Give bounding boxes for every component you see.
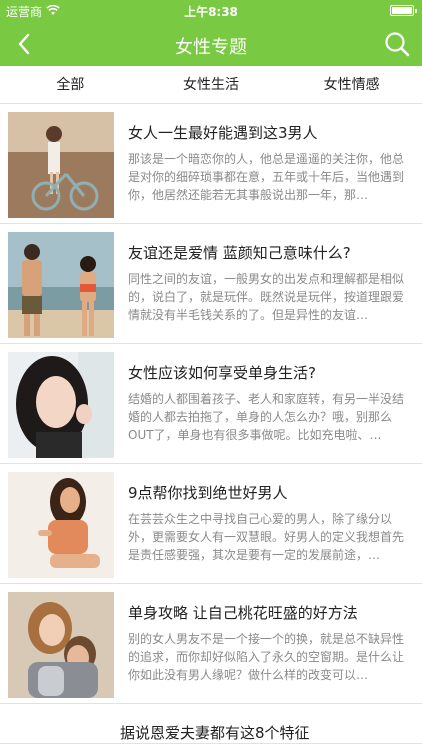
tab-women-emotion[interactable]: 女性情感 xyxy=(281,66,422,103)
article-content: 女性应该如何享受单身生活? 结婚的人都围着孩子、老人和家庭转，有另一半没结婚的人… xyxy=(114,352,412,463)
article-summary: 结婚的人都围着孩子、老人和家庭转，有另一半没结婚的人都去拍拖了，单身的人怎么办？… xyxy=(128,392,405,442)
article-content: 女人一生最好能遇到这3男人 那该是一个暗恋你的人，他总是遥遥的关注你，他总是对你… xyxy=(114,112,412,223)
article-thumbnail xyxy=(8,352,114,458)
article-summary: 同性之间的友谊，一般男女的出发点和理解都是相似的，说白了，就是玩伴。既然说是玩伴… xyxy=(128,272,405,322)
nav-bar: 女性专题 xyxy=(0,22,422,66)
battery-icon xyxy=(390,5,417,16)
article-title: 据说恩爱夫妻都有这8个特征 xyxy=(120,724,310,742)
article-summary: 那该是一个暗恋你的人，他总是遥遥的关注你，他总是对你的细碎琐事都在意，五年或十年… xyxy=(128,152,405,202)
search-icon xyxy=(385,32,410,57)
tab-all[interactable]: 全部 xyxy=(0,66,141,103)
article-title: 单身攻略 让自己桃花旺盛的好方法 xyxy=(128,604,358,622)
article-list: 女人一生最好能遇到这3男人 那该是一个暗恋你的人，他总是遥遥的关注你，他总是对你… xyxy=(0,104,422,744)
article-title: 9点帮你找到绝世好男人 xyxy=(128,484,288,502)
article-content: 单身攻略 让自己桃花旺盛的好方法 别的女人男友不是一个接一个的换，就是总不缺异性… xyxy=(114,592,412,703)
article-summary: 在芸芸众生之中寻找自己心爱的男人，除了缘分以外，更需要女人有一双慧眼。好男人的定… xyxy=(128,512,405,562)
status-bar: 运营商 上午8:38 xyxy=(0,0,422,22)
status-time: 上午8:38 xyxy=(184,5,238,19)
list-item[interactable]: 女性应该如何享受单身生活? 结婚的人都围着孩子、老人和家庭转，有另一半没结婚的人… xyxy=(0,344,422,464)
article-thumbnail xyxy=(8,112,114,218)
article-title: 友谊还是爱情 蓝颜知己意味什么? xyxy=(128,244,351,262)
article-content: 友谊还是爱情 蓝颜知己意味什么? 同性之间的友谊，一般男女的出发点和理解都是相似… xyxy=(114,232,412,343)
article-content: 9点帮你找到绝世好男人 在芸芸众生之中寻找自己心爱的男人，除了缘分以外，更需要女… xyxy=(114,472,412,583)
list-item[interactable]: 女人一生最好能遇到这3男人 那该是一个暗恋你的人，他总是遥遥的关注你，他总是对你… xyxy=(0,104,422,224)
article-thumbnail xyxy=(8,472,114,578)
list-item[interactable]: 单身攻略 让自己桃花旺盛的好方法 别的女人男友不是一个接一个的换，就是总不缺异性… xyxy=(0,584,422,704)
list-item[interactable]: 友谊还是爱情 蓝颜知己意味什么? 同性之间的友谊，一般男女的出发点和理解都是相似… xyxy=(0,224,422,344)
article-title: 女性应该如何享受单身生活? xyxy=(128,364,316,382)
list-item[interactable]: 9点帮你找到绝世好男人 在芸芸众生之中寻找自己心爱的男人，除了缘分以外，更需要女… xyxy=(0,464,422,584)
list-item[interactable]: 据说恩爱夫妻都有这8个特征 xyxy=(0,704,422,744)
article-thumbnail xyxy=(8,232,114,338)
tab-women-life[interactable]: 女性生活 xyxy=(141,66,282,103)
page-title: 女性专题 xyxy=(175,37,247,58)
search-button[interactable] xyxy=(382,29,412,59)
category-tabs: 全部 女性生活 女性情感 xyxy=(0,66,422,104)
article-thumbnail xyxy=(8,592,114,698)
article-title: 女人一生最好能遇到这3男人 xyxy=(128,124,318,142)
article-summary: 别的女人男友不是一个接一个的换，就是总不缺异性的追求，而你却好似陷入了永久的空窗… xyxy=(128,632,405,682)
article-content: 据说恩爱夫妻都有这8个特征 xyxy=(8,704,412,743)
